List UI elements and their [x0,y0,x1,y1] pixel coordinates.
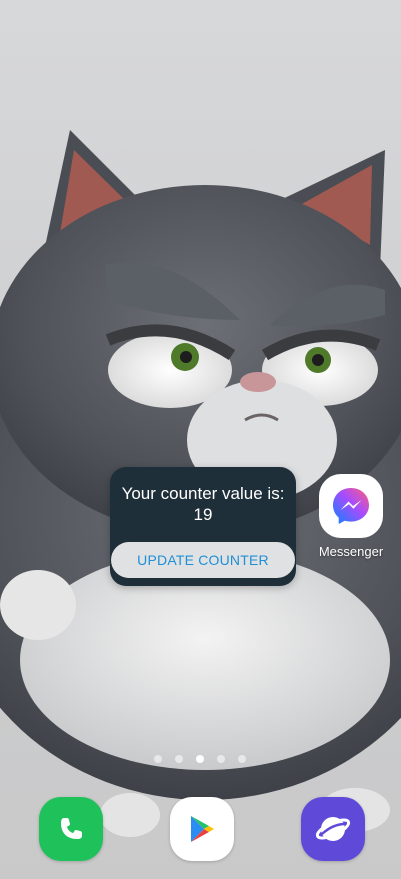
counter-widget: Your counter value is: 19 UPDATE COUNTER [110,467,296,586]
page-dot-5[interactable] [238,755,246,763]
page-dot-1[interactable] [154,755,162,763]
dock-phone[interactable] [39,797,103,861]
page-dot-2[interactable] [175,755,183,763]
wallpaper-image [0,130,401,837]
dock-play-store[interactable] [170,797,234,861]
play-store-icon [191,816,214,842]
update-counter-button[interactable]: UPDATE COUNTER [111,542,295,578]
page-indicator [154,755,246,763]
dock-internet[interactable] [301,797,365,861]
internet-icon [315,817,351,841]
phone-icon [61,818,82,839]
counter-value: 19 [193,505,213,524]
page-dot-3[interactable] [196,755,204,763]
page-dot-4[interactable] [217,755,225,763]
messenger-icon [319,474,383,538]
counter-text: Your counter value is: 19 [110,483,296,525]
home-screen: Your counter value is: 19 UPDATE COUNTER… [0,0,401,879]
counter-message: Your counter value is: [121,484,285,503]
messenger-label: Messenger [318,544,384,559]
app-messenger[interactable]: Messenger [316,474,386,559]
